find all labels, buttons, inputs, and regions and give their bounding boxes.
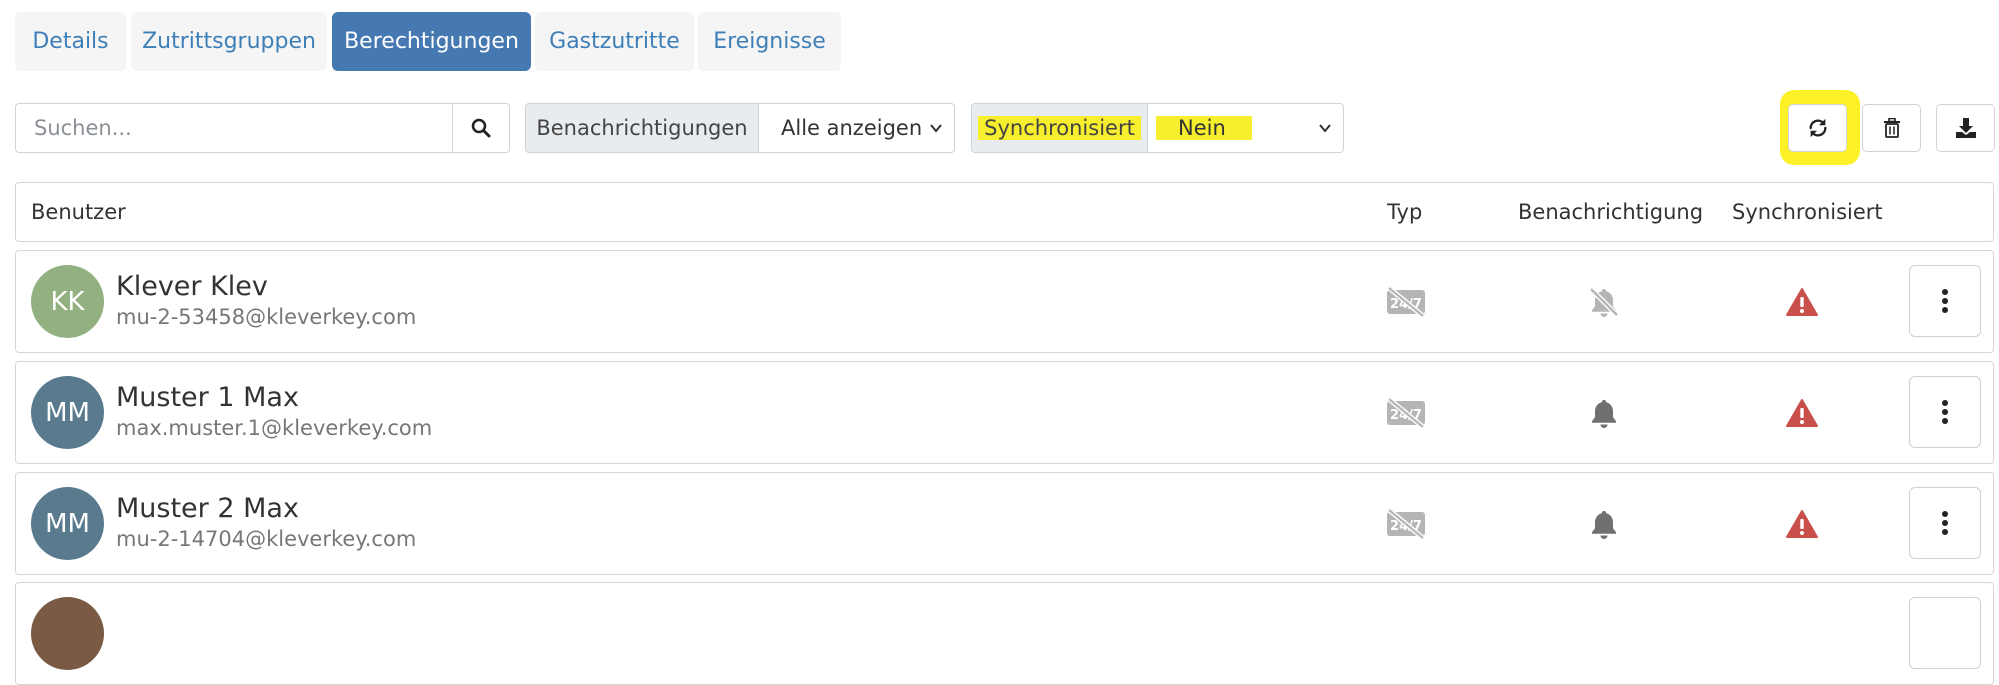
sync-filter-value: Nein [1156,116,1252,140]
delete-button[interactable] [1862,104,1921,152]
trash-icon [1883,118,1900,138]
bell-icon [1582,395,1626,431]
no-24-7-icon: 24/7 [1384,395,1428,431]
no-24-7-icon: 24/7 [1384,284,1428,320]
notification-filter-value: Alle anzeigen [781,116,923,140]
column-header-notification: Benachrichtigung [1518,200,1704,224]
row-menu-button[interactable] [1909,597,1981,669]
search-icon [471,118,491,138]
warning-icon [1780,395,1824,431]
user-email: mu-2-14704@kleverkey.com [116,527,417,551]
user-name: Muster 1 Max [116,382,299,413]
kebab-menu-icon [1942,511,1948,535]
avatar: KK [31,265,104,338]
kebab-menu-icon [1942,400,1948,424]
download-icon [1955,118,1976,138]
bell-icon [1582,506,1626,542]
column-header-type: Typ [1387,200,1423,224]
avatar: MM [31,487,104,560]
tab-details[interactable]: Details [15,12,126,71]
tab-ereignisse[interactable]: Ereignisse [698,12,841,71]
user-name: Muster 2 Max [116,493,299,524]
user-name: Klever Klev [116,271,268,302]
user-email: mu-2-53458@kleverkey.com [116,305,417,329]
search-button[interactable] [452,103,510,153]
row-menu-button[interactable] [1909,487,1981,559]
table-row[interactable] [15,582,1994,685]
chevron-down-icon [1319,124,1331,133]
sync-filter-label: Synchronisiert [971,103,1148,153]
row-menu-button[interactable] [1909,376,1981,448]
tab-gastzutritte[interactable]: Gastzutritte [535,12,694,71]
notification-filter-label: Benachrichtigungen [525,103,759,153]
avatar: MM [31,376,104,449]
column-header-user: Benutzer [31,200,126,224]
bell-slash-icon [1582,284,1626,320]
sync-icon [1808,118,1827,138]
chevron-down-icon [930,124,942,133]
table-row[interactable]: KK Klever Klev mu-2-53458@kleverkey.com 24/… [15,250,1994,353]
row-menu-button[interactable] [1909,265,1981,337]
sync-button[interactable] [1788,104,1847,152]
search-input[interactable] [15,103,452,153]
notification-filter-select[interactable]: Alle anzeigen [759,103,955,153]
sync-filter-label-text: Synchronisiert [978,116,1141,140]
warning-icon [1780,506,1824,542]
avatar [31,597,104,670]
table-row[interactable]: MM Muster 1 Max max.muster.1@kleverkey.com… [15,361,1994,464]
table-header: Benutzer Typ Benachrichtigung Synchronis… [15,182,1994,242]
kebab-menu-icon [1942,289,1948,313]
download-button[interactable] [1936,104,1995,152]
no-24-7-icon: 24/7 [1384,506,1428,542]
table-row[interactable]: MM Muster 2 Max mu-2-14704@kleverkey.com 24… [15,472,1994,575]
tab-zutrittsgruppen[interactable]: Zutrittsgruppen [131,12,327,71]
user-email: max.muster.1@kleverkey.com [116,416,433,440]
tab-berechtigungen[interactable]: Berechtigungen [332,12,531,71]
column-header-synced: Synchronisiert [1732,200,1883,224]
warning-icon [1780,284,1824,320]
sync-filter-select[interactable]: Nein [1148,103,1344,153]
